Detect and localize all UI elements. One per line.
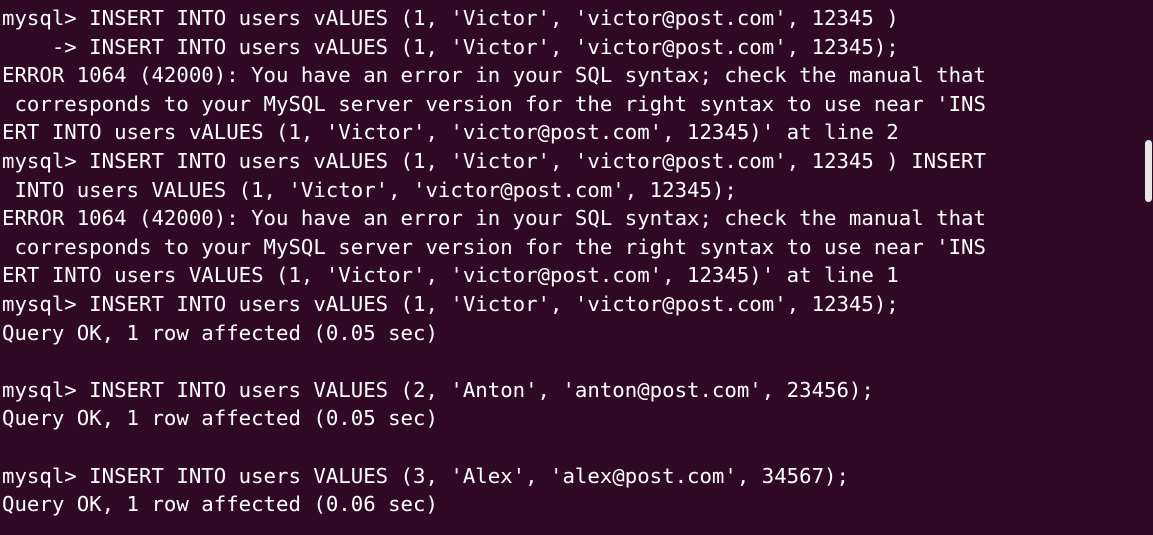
terminal-line: ERT INTO users vALUES (1, 'Victor', 'vic…: [2, 120, 899, 145]
terminal-line: mysql> INSERT INTO users vALUES (1, 'Vic…: [2, 6, 899, 30]
terminal-line: mysql> INSERT INTO users VALUES (2, 'Ant…: [2, 377, 874, 402]
vertical-scrollbar[interactable]: [1143, 0, 1153, 535]
terminal-line: mysql> INSERT INTO users vALUES (1, 'Vic…: [2, 148, 986, 173]
terminal-line: INTO users VALUES (1, 'Victor', 'victor@…: [2, 177, 737, 202]
terminal-window[interactable]: mysql> INSERT INTO users vALUES (1, 'Vic…: [0, 0, 1153, 535]
terminal-line: corresponds to your MySQL server version…: [2, 234, 986, 259]
terminal-line: mysql> INSERT INTO users VALUES (3, 'Ale…: [2, 463, 849, 488]
terminal-line: ERROR 1064 (42000): You have an error in…: [2, 63, 986, 88]
terminal-line: -> INSERT INTO users vALUES (1, 'Victor'…: [2, 34, 899, 59]
terminal-line: Query OK, 1 row affected (0.05 sec): [2, 320, 438, 345]
terminal-line: Query OK, 1 row affected (0.06 sec): [2, 492, 438, 517]
scrollbar-thumb[interactable]: [1145, 140, 1152, 202]
terminal-line: mysql> INSERT INTO users vALUES (1, 'Vic…: [2, 291, 899, 316]
terminal-line: ERT INTO users VALUES (1, 'Victor', 'vic…: [2, 263, 899, 288]
terminal-line: Query OK, 1 row affected (0.05 sec): [2, 406, 438, 431]
terminal-line: corresponds to your MySQL server version…: [2, 91, 986, 116]
terminal-line: ERROR 1064 (42000): You have an error in…: [2, 206, 986, 231]
